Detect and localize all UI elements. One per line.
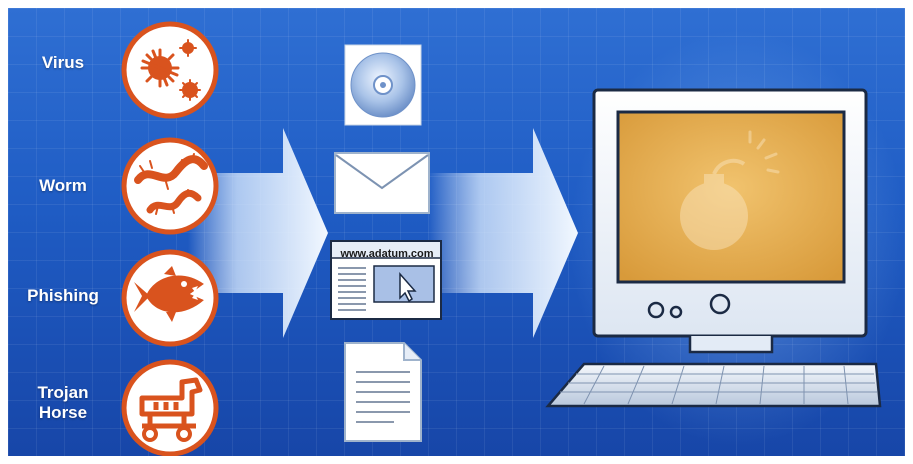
- trojan-horse-icon: [121, 359, 219, 456]
- worm-icon: [121, 137, 219, 235]
- threat-label-trojan-line1: Trojan: [37, 383, 89, 402]
- piranha-fish-icon: [121, 249, 219, 347]
- threat-label-phishing: Phishing: [27, 286, 99, 305]
- threat-label-virus: Virus: [41, 53, 85, 72]
- threat-label-trojan-line2: Horse: [38, 403, 88, 422]
- threat-label-worm: Worm: [39, 176, 87, 195]
- document-file-icon: [344, 342, 422, 442]
- website-url-text: www.adatum.com: [340, 248, 434, 260]
- computer-monitor-icon: [545, 88, 882, 408]
- email-envelope-icon: [334, 152, 430, 214]
- cd-disc-icon: [344, 44, 422, 126]
- virus-icon: [121, 21, 219, 119]
- threat-label-trojan-horse: Trojan Horse: [13, 383, 113, 423]
- diagram-canvas: Virus Worm Phishing Trojan Horse www.ada…: [8, 8, 905, 456]
